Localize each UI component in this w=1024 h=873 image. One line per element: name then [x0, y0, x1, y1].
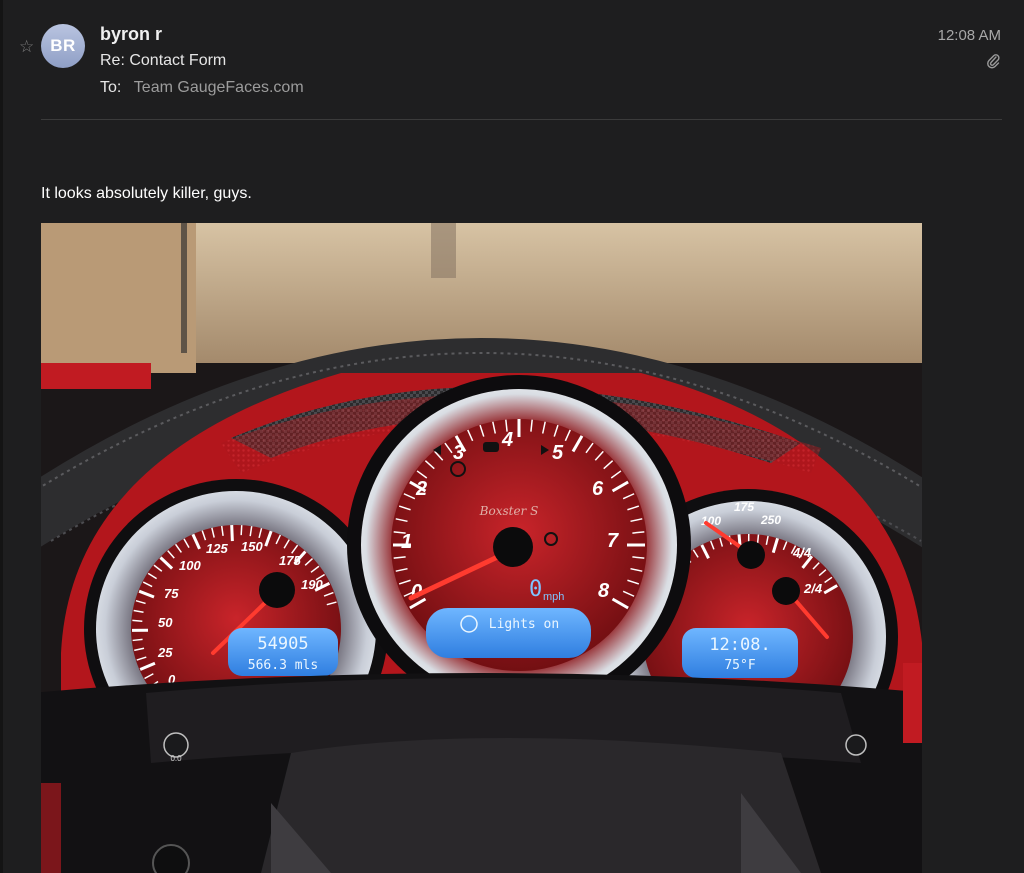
clock-display: 12:08.: [709, 635, 770, 655]
paperclip-icon[interactable]: [986, 53, 1000, 69]
speedo-label: 25: [157, 645, 173, 660]
star-icon[interactable]: ☆: [19, 37, 34, 57]
tach-brand: Boxster S: [479, 504, 539, 518]
gauge-tick: [132, 619, 143, 622]
window-edge: [0, 0, 3, 873]
avatar-initials: BR: [50, 36, 76, 55]
message-body: It looks absolutely killer, guys.: [41, 185, 252, 202]
tach-label: 1: [401, 531, 412, 553]
recipient-name[interactable]: Team GaugeFaces.com: [134, 79, 304, 96]
speedo-label: 190: [301, 577, 323, 592]
tach-label: 2: [415, 478, 427, 500]
ambient-temp: 75°F: [724, 658, 755, 673]
tach-speed-unit: mph: [543, 591, 564, 603]
tach-message: Lights on: [489, 617, 559, 632]
odometer-value: 54905: [257, 634, 308, 654]
temp-label: 175: [734, 500, 754, 514]
fuel-label: 4/4: [792, 545, 812, 560]
tach-label: 8: [598, 580, 610, 602]
speedo-label: 150: [241, 539, 263, 554]
tach-label: 6: [592, 478, 604, 500]
trip-value: 566.3 mls: [248, 658, 318, 673]
tach-label: 4: [501, 429, 513, 451]
speedo-label: 175: [279, 553, 301, 568]
dimmer-knob-value: 0.0: [170, 754, 182, 763]
header-divider: [41, 119, 1002, 120]
tach-label: 7: [607, 530, 619, 552]
tach-label: 3: [453, 442, 464, 464]
to-label: To:: [100, 79, 122, 96]
speedo-label: 125: [206, 541, 228, 556]
sender-name[interactable]: byron r: [100, 24, 162, 45]
gauge-tick: [240, 525, 243, 536]
speedo-label: 50: [158, 615, 173, 630]
gauge-tick: [230, 525, 234, 542]
speedo-label: 100: [179, 558, 201, 573]
tach-speed: 0: [529, 577, 542, 602]
email-timestamp: 12:08 AM: [937, 27, 1001, 44]
email-subject: Re: Contact Form: [100, 52, 227, 69]
dashboard-photo[interactable]: 0 25 50 75 100 125 150 175 190 54905 566…: [41, 223, 922, 873]
avatar: BR: [41, 24, 85, 68]
gauge-tick: [756, 534, 760, 544]
temp-label: 250: [760, 513, 781, 527]
speedo-label: 75: [164, 586, 179, 601]
recipient-row: To: Team GaugeFaces.com: [100, 79, 304, 97]
fuel-label: 2/4: [803, 581, 823, 596]
tach-label: 5: [552, 442, 564, 464]
